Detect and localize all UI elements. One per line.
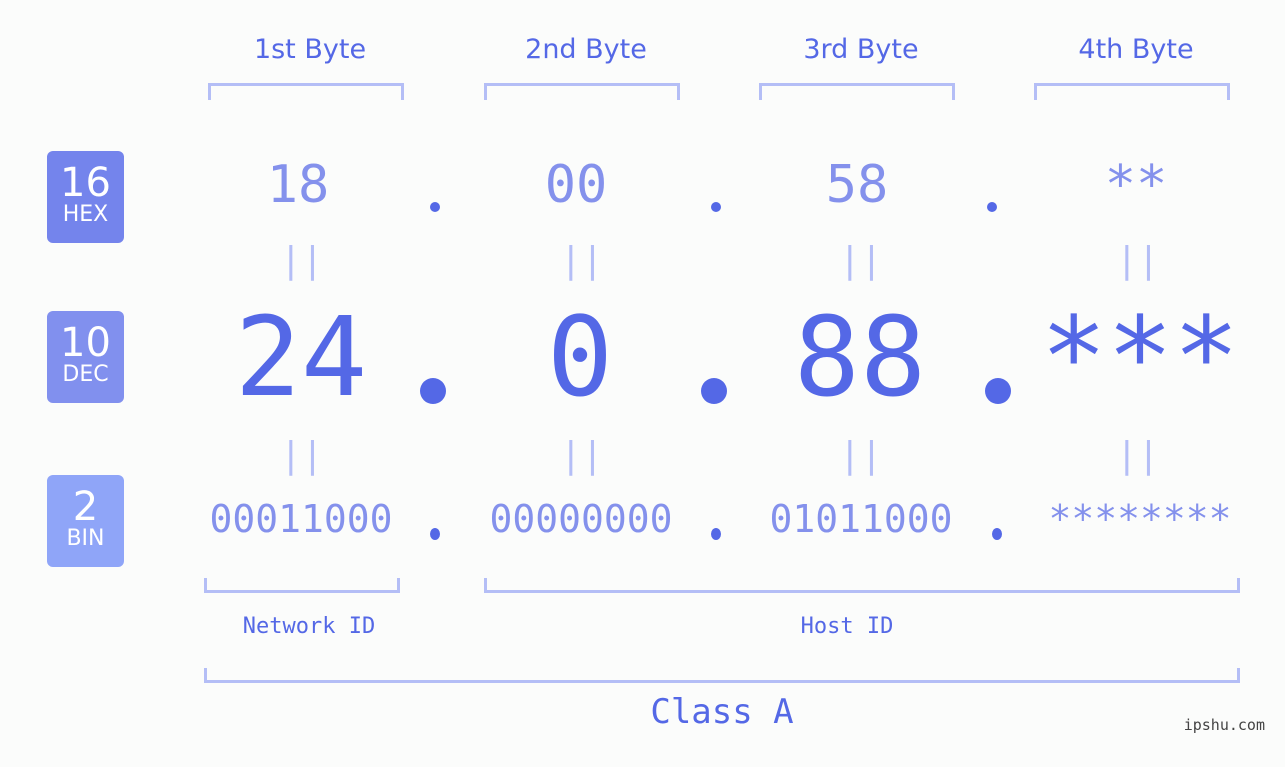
- equals-sign: ||: [280, 435, 324, 476]
- host-id-bracket: [484, 578, 1240, 593]
- dec-byte-2: 0: [546, 293, 614, 421]
- dec-byte-1: 24: [234, 293, 368, 421]
- dec-byte-4: ***: [1040, 293, 1240, 421]
- watermark: ipshu.com: [1183, 716, 1265, 734]
- dec-byte-3: 88: [793, 293, 927, 421]
- dec-badge: 10 DEC: [47, 311, 124, 403]
- network-id-label: Network ID: [242, 614, 376, 639]
- bin-dot-1: [430, 528, 440, 540]
- byte-header-4: 4th Byte: [1078, 34, 1194, 65]
- bin-byte-3: 01011000: [769, 497, 953, 541]
- bin-byte-2: 00000000: [489, 497, 673, 541]
- bin-dot-2: [711, 528, 721, 540]
- bin-byte-4: ********: [1048, 497, 1232, 541]
- byte-header-1: 1st Byte: [253, 34, 367, 65]
- dec-dot-2: [701, 378, 727, 404]
- byte-bracket-2: [484, 83, 680, 100]
- hex-dot-2: [711, 202, 721, 212]
- byte-bracket-1: [208, 83, 404, 100]
- hex-label: HEX: [62, 202, 109, 227]
- host-id-label: Host ID: [800, 614, 894, 639]
- hex-dot-3: [987, 202, 997, 212]
- bin-badge: 2 BIN: [47, 475, 124, 567]
- hex-base: 16: [60, 160, 111, 206]
- byte-bracket-3: [759, 83, 955, 100]
- equals-sign: ||: [560, 435, 604, 476]
- hex-dot-1: [430, 202, 440, 212]
- equals-sign: ||: [280, 240, 324, 281]
- equals-sign: ||: [839, 435, 883, 476]
- bin-base: 2: [72, 484, 99, 530]
- bin-byte-1: 00011000: [209, 497, 393, 541]
- byte-header-3: 3rd Byte: [803, 34, 919, 65]
- byte-header-2: 2nd Byte: [525, 34, 647, 65]
- equals-sign: ||: [1116, 435, 1160, 476]
- byte-bracket-4: [1034, 83, 1230, 100]
- bin-label: BIN: [66, 526, 105, 551]
- equals-sign: ||: [560, 240, 604, 281]
- equals-sign: ||: [839, 240, 883, 281]
- class-label: Class A: [650, 692, 794, 732]
- hex-byte-1: 18: [266, 155, 330, 215]
- dec-base: 10: [60, 320, 111, 366]
- equals-sign: ||: [1116, 240, 1160, 281]
- bin-dot-3: [992, 528, 1002, 540]
- hex-badge: 16 HEX: [47, 151, 124, 243]
- hex-byte-4: **: [1104, 155, 1168, 215]
- dec-dot-1: [420, 378, 446, 404]
- dec-dot-3: [985, 378, 1011, 404]
- hex-byte-2: 00: [544, 155, 608, 215]
- dec-label: DEC: [62, 362, 109, 387]
- network-id-bracket: [204, 578, 400, 593]
- class-bracket: [204, 668, 1240, 683]
- hex-byte-3: 58: [825, 155, 889, 215]
